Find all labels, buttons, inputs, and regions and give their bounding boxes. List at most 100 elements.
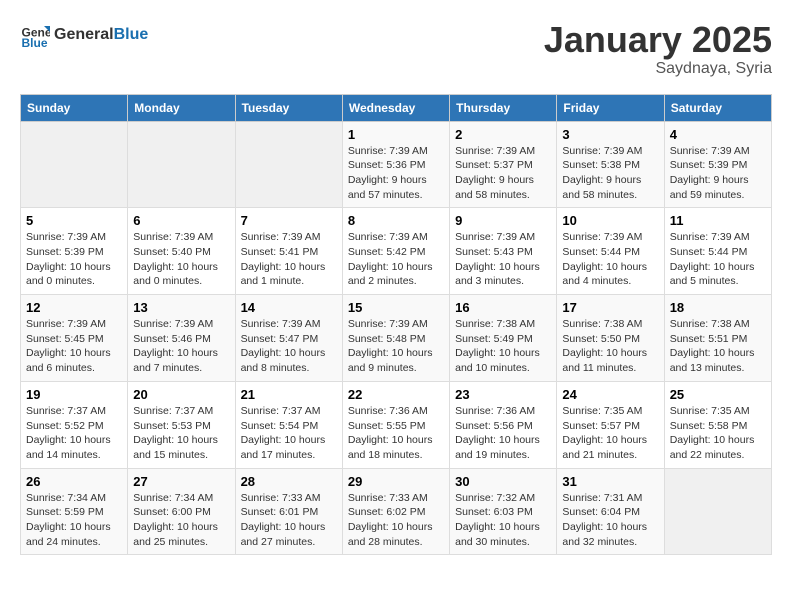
calendar-cell: 20 Sunrise: 7:37 AM Sunset: 5:53 PM Dayli… bbox=[128, 381, 235, 468]
calendar-cell bbox=[235, 121, 342, 208]
calendar-cell: 1Sunrise: 7:39 AM Sunset: 5:36 PM Daylig… bbox=[342, 121, 449, 208]
day-number: 16 bbox=[455, 300, 551, 315]
day-info: Sunrise: 7:39 AM Sunset: 5:48 PM Dayligh… bbox=[348, 317, 444, 376]
weekday-header-wednesday: Wednesday bbox=[342, 94, 449, 121]
weekday-header-friday: Friday bbox=[557, 94, 664, 121]
calendar-cell: 9 Sunrise: 7:39 AM Sunset: 5:43 PM Daylig… bbox=[450, 208, 557, 295]
week-row-2: 5 Sunrise: 7:39 AM Sunset: 5:39 PM Daylig… bbox=[21, 208, 772, 295]
calendar-cell: 8 Sunrise: 7:39 AM Sunset: 5:42 PM Daylig… bbox=[342, 208, 449, 295]
calendar-cell: 28 Sunrise: 7:33 AM Sunset: 6:01 PM Dayli… bbox=[235, 468, 342, 555]
day-number: 28 bbox=[241, 474, 337, 489]
day-number: 27 bbox=[133, 474, 229, 489]
calendar-cell: 25Sunrise: 7:35 AM Sunset: 5:58 PM Dayli… bbox=[664, 381, 771, 468]
day-number: 15 bbox=[348, 300, 444, 315]
day-info: Sunrise: 7:36 AM Sunset: 5:55 PM Dayligh… bbox=[348, 404, 444, 463]
day-info: Sunrise: 7:37 AM Sunset: 5:54 PM Dayligh… bbox=[241, 404, 337, 463]
day-info: Sunrise: 7:33 AM Sunset: 6:02 PM Dayligh… bbox=[348, 491, 444, 550]
week-row-1: 1Sunrise: 7:39 AM Sunset: 5:36 PM Daylig… bbox=[21, 121, 772, 208]
day-info: Sunrise: 7:31 AM Sunset: 6:04 PM Dayligh… bbox=[562, 491, 658, 550]
weekday-header-tuesday: Tuesday bbox=[235, 94, 342, 121]
calendar-cell: 23Sunrise: 7:36 AM Sunset: 5:56 PM Dayli… bbox=[450, 381, 557, 468]
day-number: 11 bbox=[670, 213, 766, 228]
day-info: Sunrise: 7:38 AM Sunset: 5:49 PM Dayligh… bbox=[455, 317, 551, 376]
day-info: Sunrise: 7:39 AM Sunset: 5:39 PM Dayligh… bbox=[670, 144, 766, 203]
calendar-cell: 3Sunrise: 7:39 AM Sunset: 5:38 PM Daylig… bbox=[557, 121, 664, 208]
day-info: Sunrise: 7:36 AM Sunset: 5:56 PM Dayligh… bbox=[455, 404, 551, 463]
calendar-cell: 13 Sunrise: 7:39 AM Sunset: 5:46 PM Dayli… bbox=[128, 295, 235, 382]
calendar-cell: 24 Sunrise: 7:35 AM Sunset: 5:57 PM Dayli… bbox=[557, 381, 664, 468]
day-info: Sunrise: 7:38 AM Sunset: 5:50 PM Dayligh… bbox=[562, 317, 658, 376]
calendar-cell bbox=[664, 468, 771, 555]
logo-general-text: GeneralBlue bbox=[54, 26, 148, 44]
day-info: Sunrise: 7:38 AM Sunset: 5:51 PM Dayligh… bbox=[670, 317, 766, 376]
calendar-cell: 30Sunrise: 7:32 AM Sunset: 6:03 PM Dayli… bbox=[450, 468, 557, 555]
day-number: 24 bbox=[562, 387, 658, 402]
day-info: Sunrise: 7:37 AM Sunset: 5:53 PM Dayligh… bbox=[133, 404, 229, 463]
day-number: 6 bbox=[133, 213, 229, 228]
day-info: Sunrise: 7:33 AM Sunset: 6:01 PM Dayligh… bbox=[241, 491, 337, 550]
day-number: 20 bbox=[133, 387, 229, 402]
day-info: Sunrise: 7:39 AM Sunset: 5:43 PM Dayligh… bbox=[455, 230, 551, 289]
day-number: 3 bbox=[562, 127, 658, 142]
svg-text:Blue: Blue bbox=[22, 36, 48, 50]
day-number: 21 bbox=[241, 387, 337, 402]
calendar-cell: 4 Sunrise: 7:39 AM Sunset: 5:39 PM Daylig… bbox=[664, 121, 771, 208]
calendar-cell: 29 Sunrise: 7:33 AM Sunset: 6:02 PM Dayli… bbox=[342, 468, 449, 555]
weekday-header-saturday: Saturday bbox=[664, 94, 771, 121]
week-row-3: 12 Sunrise: 7:39 AM Sunset: 5:45 PM Dayli… bbox=[21, 295, 772, 382]
day-number: 8 bbox=[348, 213, 444, 228]
day-info: Sunrise: 7:39 AM Sunset: 5:39 PM Dayligh… bbox=[26, 230, 122, 289]
day-number: 1 bbox=[348, 127, 444, 142]
day-info: Sunrise: 7:39 AM Sunset: 5:45 PM Dayligh… bbox=[26, 317, 122, 376]
weekday-header-monday: Monday bbox=[128, 94, 235, 121]
calendar-cell: 19Sunrise: 7:37 AM Sunset: 5:52 PM Dayli… bbox=[21, 381, 128, 468]
weekday-header-row: SundayMondayTuesdayWednesdayThursdayFrid… bbox=[21, 94, 772, 121]
calendar-cell: 22Sunrise: 7:36 AM Sunset: 5:55 PM Dayli… bbox=[342, 381, 449, 468]
month-title: January 2025 bbox=[544, 20, 772, 60]
day-info: Sunrise: 7:39 AM Sunset: 5:41 PM Dayligh… bbox=[241, 230, 337, 289]
day-info: Sunrise: 7:37 AM Sunset: 5:52 PM Dayligh… bbox=[26, 404, 122, 463]
calendar-cell: 6 Sunrise: 7:39 AM Sunset: 5:40 PM Daylig… bbox=[128, 208, 235, 295]
day-info: Sunrise: 7:39 AM Sunset: 5:44 PM Dayligh… bbox=[670, 230, 766, 289]
calendar-cell: 12 Sunrise: 7:39 AM Sunset: 5:45 PM Dayli… bbox=[21, 295, 128, 382]
title-block: January 2025 Saydnaya, Syria bbox=[544, 20, 772, 78]
calendar-cell: 18 Sunrise: 7:38 AM Sunset: 5:51 PM Dayli… bbox=[664, 295, 771, 382]
calendar-cell: 11 Sunrise: 7:39 AM Sunset: 5:44 PM Dayli… bbox=[664, 208, 771, 295]
weekday-header-sunday: Sunday bbox=[21, 94, 128, 121]
calendar-cell: 15 Sunrise: 7:39 AM Sunset: 5:48 PM Dayli… bbox=[342, 295, 449, 382]
calendar-cell: 26Sunrise: 7:34 AM Sunset: 5:59 PM Dayli… bbox=[21, 468, 128, 555]
day-info: Sunrise: 7:39 AM Sunset: 5:46 PM Dayligh… bbox=[133, 317, 229, 376]
calendar-cell: 10Sunrise: 7:39 AM Sunset: 5:44 PM Dayli… bbox=[557, 208, 664, 295]
calendar-cell: 5 Sunrise: 7:39 AM Sunset: 5:39 PM Daylig… bbox=[21, 208, 128, 295]
day-number: 29 bbox=[348, 474, 444, 489]
calendar-cell: 17 Sunrise: 7:38 AM Sunset: 5:50 PM Dayli… bbox=[557, 295, 664, 382]
day-info: Sunrise: 7:39 AM Sunset: 5:37 PM Dayligh… bbox=[455, 144, 551, 203]
day-number: 12 bbox=[26, 300, 122, 315]
calendar-cell: 14Sunrise: 7:39 AM Sunset: 5:47 PM Dayli… bbox=[235, 295, 342, 382]
day-number: 2 bbox=[455, 127, 551, 142]
calendar-table: SundayMondayTuesdayWednesdayThursdayFrid… bbox=[20, 94, 772, 556]
calendar-cell: 16 Sunrise: 7:38 AM Sunset: 5:49 PM Dayli… bbox=[450, 295, 557, 382]
day-number: 9 bbox=[455, 213, 551, 228]
day-info: Sunrise: 7:35 AM Sunset: 5:58 PM Dayligh… bbox=[670, 404, 766, 463]
calendar-cell bbox=[128, 121, 235, 208]
day-info: Sunrise: 7:34 AM Sunset: 6:00 PM Dayligh… bbox=[133, 491, 229, 550]
logo-icon: General Blue bbox=[20, 20, 50, 50]
day-info: Sunrise: 7:35 AM Sunset: 5:57 PM Dayligh… bbox=[562, 404, 658, 463]
calendar-cell: 7Sunrise: 7:39 AM Sunset: 5:41 PM Daylig… bbox=[235, 208, 342, 295]
day-info: Sunrise: 7:39 AM Sunset: 5:40 PM Dayligh… bbox=[133, 230, 229, 289]
day-info: Sunrise: 7:39 AM Sunset: 5:42 PM Dayligh… bbox=[348, 230, 444, 289]
calendar-cell: 31Sunrise: 7:31 AM Sunset: 6:04 PM Dayli… bbox=[557, 468, 664, 555]
location-subtitle: Saydnaya, Syria bbox=[544, 60, 772, 78]
page-header: General Blue GeneralBlue January 2025 Sa… bbox=[20, 20, 772, 78]
day-number: 17 bbox=[562, 300, 658, 315]
day-number: 18 bbox=[670, 300, 766, 315]
day-number: 30 bbox=[455, 474, 551, 489]
week-row-5: 26Sunrise: 7:34 AM Sunset: 5:59 PM Dayli… bbox=[21, 468, 772, 555]
day-number: 5 bbox=[26, 213, 122, 228]
day-info: Sunrise: 7:34 AM Sunset: 5:59 PM Dayligh… bbox=[26, 491, 122, 550]
calendar-cell: 27 Sunrise: 7:34 AM Sunset: 6:00 PM Dayli… bbox=[128, 468, 235, 555]
day-number: 13 bbox=[133, 300, 229, 315]
day-number: 4 bbox=[670, 127, 766, 142]
calendar-cell: 2 Sunrise: 7:39 AM Sunset: 5:37 PM Daylig… bbox=[450, 121, 557, 208]
